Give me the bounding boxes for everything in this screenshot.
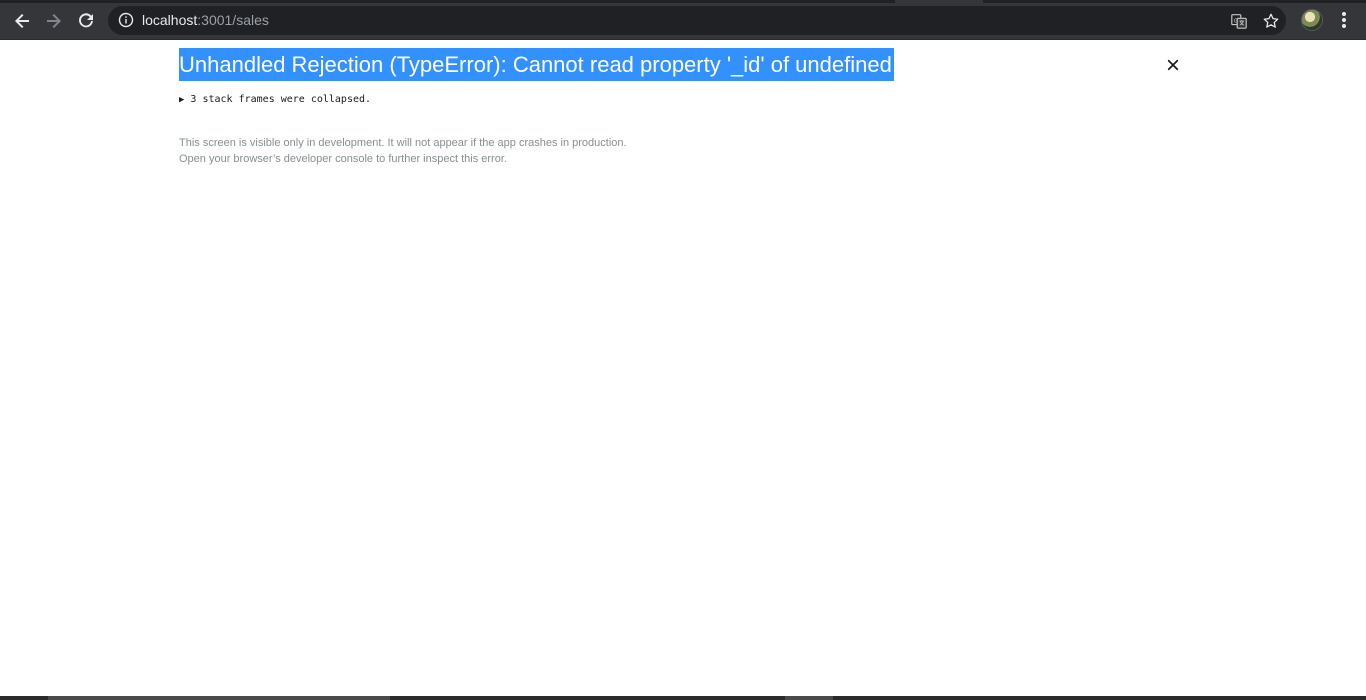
url-path: :3001/sales [197, 12, 269, 28]
reload-button[interactable] [73, 8, 99, 34]
triangle-right-icon: ▶ [179, 95, 185, 105]
forward-arrow-icon [47, 14, 61, 28]
tab-strip-edge [0, 0, 1366, 3]
dev-notice-line-2: Open your browser’s developer console to… [179, 153, 507, 165]
browser-toolbar: localhost:3001/sales G [0, 0, 1366, 40]
close-button[interactable] [1163, 55, 1183, 75]
avatar[interactable] [1301, 9, 1323, 31]
stack-frames-toggle[interactable]: ▶ 3 stack frames were collapsed. [179, 93, 371, 107]
back-button[interactable] [9, 8, 35, 34]
more-vert-icon[interactable] [1335, 10, 1353, 30]
translate-button[interactable]: G [1229, 11, 1249, 31]
stack-frames-label: 3 stack frames were collapsed. [190, 94, 372, 105]
bottom-edge [0, 696, 1366, 700]
back-arrow-icon [15, 14, 29, 28]
dev-notice-line-1: This screen is visible only in developme… [179, 137, 627, 149]
error-title: Unhandled Rejection (TypeError): Cannot … [179, 48, 894, 81]
svg-text:G: G [1234, 18, 1238, 24]
star-icon [1263, 13, 1279, 28]
close-icon [1167, 59, 1179, 71]
reload-icon [79, 13, 93, 28]
address-bar[interactable]: localhost:3001/sales G [108, 6, 1286, 35]
url-text[interactable]: localhost:3001/sales [142, 12, 269, 29]
info-icon[interactable] [118, 12, 134, 28]
dev-notice: This screen is visible only in developme… [179, 135, 627, 167]
translate-icon: G [1231, 14, 1247, 29]
bookmark-button[interactable] [1261, 11, 1281, 31]
forward-button[interactable] [41, 8, 67, 34]
url-host: localhost [142, 12, 198, 28]
